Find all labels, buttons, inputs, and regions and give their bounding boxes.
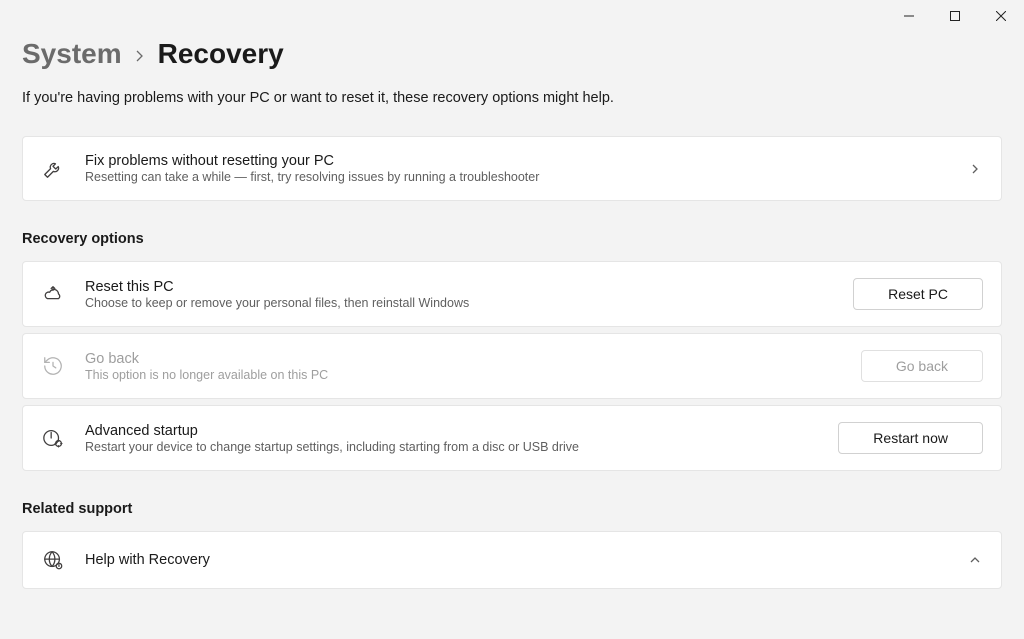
advanced-startup-title: Advanced startup (85, 423, 818, 439)
minimize-icon (904, 11, 914, 21)
breadcrumb-parent[interactable]: System (22, 38, 122, 70)
section-related-support: Related support (22, 501, 1002, 517)
reset-pc-button[interactable]: Reset PC (853, 278, 983, 310)
go-back-button: Go back (861, 350, 983, 382)
reset-pc-card: Reset this PC Choose to keep or remove y… (22, 261, 1002, 327)
advanced-startup-desc: Restart your device to change startup se… (85, 440, 818, 454)
chevron-up-icon (969, 553, 983, 567)
help-recovery-card[interactable]: Help with Recovery (22, 531, 1002, 589)
globe-help-icon (41, 548, 65, 572)
reset-pc-title: Reset this PC (85, 279, 833, 295)
wrench-icon (41, 157, 65, 181)
section-recovery-options: Recovery options (22, 231, 1002, 247)
window-titlebar (0, 0, 1024, 32)
history-icon (41, 354, 65, 378)
intro-text: If you're having problems with your PC o… (22, 90, 1002, 106)
help-recovery-title: Help with Recovery (85, 552, 949, 568)
chevron-right-icon (134, 42, 146, 67)
close-button[interactable] (978, 0, 1024, 32)
page-title: Recovery (158, 38, 284, 70)
maximize-icon (950, 11, 960, 21)
minimize-button[interactable] (886, 0, 932, 32)
go-back-card: Go back This option is no longer availab… (22, 333, 1002, 399)
maximize-button[interactable] (932, 0, 978, 32)
go-back-title: Go back (85, 351, 841, 367)
power-gear-icon (41, 426, 65, 450)
go-back-desc: This option is no longer available on th… (85, 368, 841, 382)
reset-pc-desc: Choose to keep or remove your personal f… (85, 296, 833, 310)
chevron-right-icon (969, 162, 983, 176)
cloud-reset-icon (41, 282, 65, 306)
close-icon (996, 11, 1006, 21)
troubleshoot-desc: Resetting can take a while — first, try … (85, 170, 949, 184)
troubleshoot-title: Fix problems without resetting your PC (85, 153, 949, 169)
advanced-startup-card: Advanced startup Restart your device to … (22, 405, 1002, 471)
breadcrumb: System Recovery (22, 38, 1002, 70)
troubleshoot-card[interactable]: Fix problems without resetting your PC R… (22, 136, 1002, 201)
restart-now-button[interactable]: Restart now (838, 422, 983, 454)
